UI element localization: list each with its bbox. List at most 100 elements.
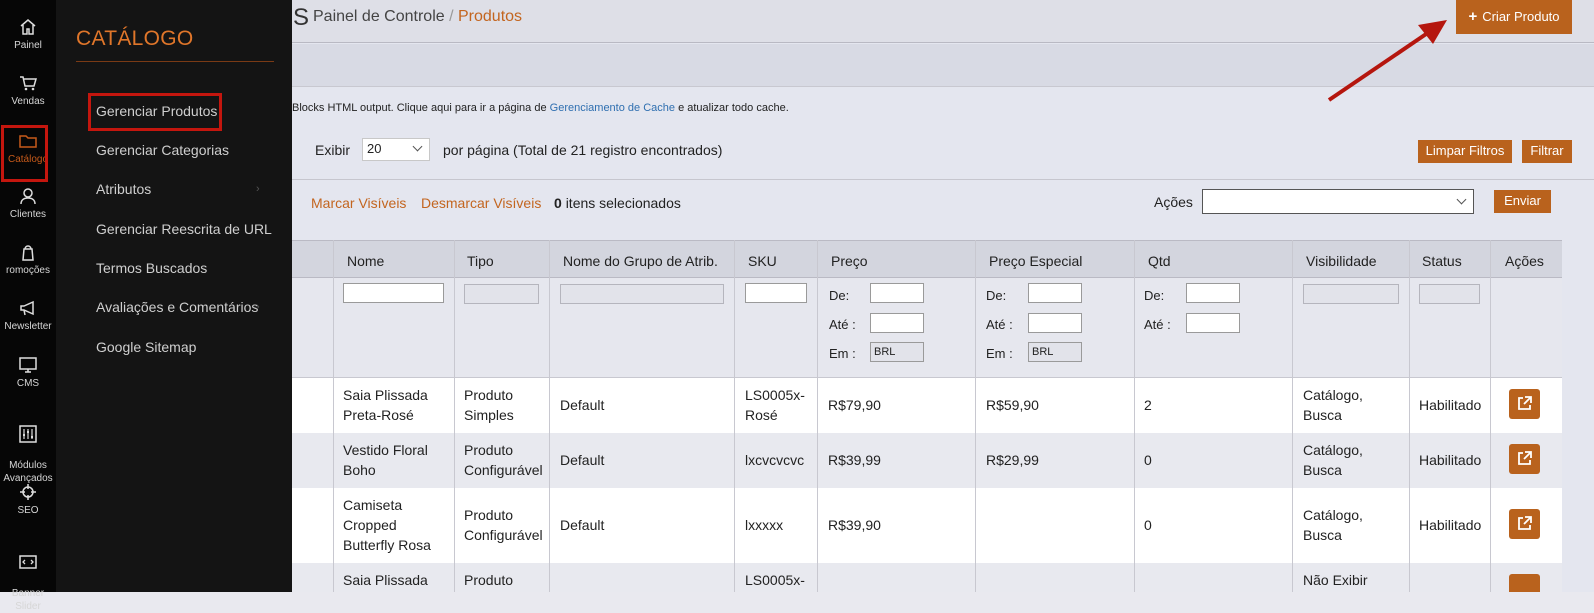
create-product-button[interactable]: + Criar Produto (1456, 0, 1572, 34)
col-status[interactable]: Status (1422, 253, 1462, 269)
table-row[interactable]: Vestido Floral Boho Produto Configurável… (292, 433, 1562, 488)
column-divider (1134, 240, 1135, 592)
menu-item-url-rewrite[interactable]: Gerenciar Reescrita de URL (96, 221, 272, 237)
table-header: Nome Tipo Nome do Grupo de Atrib. SKU Pr… (292, 240, 1562, 278)
type-filter-select[interactable] (464, 284, 539, 304)
row-name: Vestido Floral Boho (343, 442, 428, 478)
menu-item-attributes[interactable]: Atributos (96, 181, 151, 197)
rail-label: SEO (17, 505, 39, 516)
highlight-box (1, 125, 48, 182)
cache-notice-text: Blocks HTML output. Clique aqui para ir … (292, 102, 547, 114)
col-name[interactable]: Nome (347, 253, 384, 269)
table-row[interactable]: Saia Plissada Preta-Rosé Produto Simples… (292, 378, 1562, 433)
row-type: Produto Configurável (464, 442, 543, 478)
column-divider (1409, 240, 1410, 592)
qty-to-input[interactable] (1186, 313, 1240, 333)
price-from-label: De: (829, 288, 850, 303)
col-attr-set[interactable]: Nome do Grupo de Atrib. (563, 253, 718, 269)
col-qty[interactable]: Qtd (1148, 253, 1171, 269)
open-product-button[interactable] (1509, 574, 1540, 592)
col-type[interactable]: Tipo (467, 253, 494, 269)
col-price[interactable]: Preço (831, 253, 868, 269)
special-to-input[interactable] (1028, 313, 1082, 333)
status-filter-select[interactable] (1419, 284, 1480, 304)
rail-item-banner[interactable]: Banner Slider (0, 540, 56, 613)
table-row[interactable]: Saia Plissada Produto LS0005x- Não Exibi… (292, 563, 1562, 592)
name-filter-input[interactable] (343, 283, 444, 303)
rail-item-seo[interactable]: SEO (0, 483, 56, 517)
rail-item-painel[interactable]: Painel (0, 18, 56, 52)
per-page-value: 20 (367, 141, 382, 156)
menu-item-google-sitemap[interactable]: Google Sitemap (96, 339, 196, 355)
rail-item-cms[interactable]: CMS (0, 356, 56, 390)
attr-set-filter-select[interactable] (560, 284, 724, 304)
per-page-select[interactable]: 20 (362, 138, 430, 161)
divider (292, 179, 1594, 180)
row-sku: LS0005x- (745, 572, 805, 588)
qty-to-label: Até : (1144, 317, 1171, 332)
bag-icon (22, 245, 34, 261)
open-product-button[interactable] (1509, 389, 1540, 419)
breadcrumb-root[interactable]: Painel de Controle (313, 8, 445, 25)
row-special-price: R$59,90 (986, 397, 1039, 413)
row-visibility: Não Exibir (1303, 572, 1368, 588)
row-visibility: Catálogo, Busca (1303, 442, 1363, 478)
price-currency-select[interactable]: BRL (870, 342, 924, 362)
row-qty: 2 (1144, 397, 1152, 413)
external-link-icon (1518, 396, 1532, 410)
col-visibility[interactable]: Visibilidade (1306, 253, 1377, 269)
selected-count-number: 0 (554, 195, 562, 211)
row-price: R$39,90 (828, 517, 881, 533)
special-currency-select[interactable]: BRL (1028, 342, 1082, 362)
cache-management-link[interactable]: Gerenciamento de Cache (550, 102, 675, 114)
breadcrumb-current: Produtos (458, 8, 523, 25)
open-product-button[interactable] (1509, 509, 1540, 539)
filter-button[interactable]: Filtrar (1522, 140, 1572, 163)
cache-notice: Blocks HTML output. Clique aqui para ir … (292, 102, 789, 114)
price-from-input[interactable] (870, 283, 924, 303)
rail-item-vendas[interactable]: Vendas (0, 74, 56, 108)
user-icon (20, 188, 36, 205)
row-visibility: Catálogo, Busca (1303, 387, 1363, 423)
actions-label: Ações (1154, 194, 1193, 210)
megaphone-icon (20, 300, 34, 316)
table-row[interactable]: Camiseta Cropped Butterfly Rosa Produto … (292, 488, 1562, 563)
row-type: Produto Simples (464, 387, 514, 423)
rail-item-modulos[interactable]: Módulos Avançados (0, 412, 56, 485)
row-sku: LS0005x-Rosé (745, 387, 805, 423)
row-type: Produto Configurável (464, 507, 543, 543)
rail-item-newsletter[interactable]: Newsletter (0, 299, 56, 333)
open-product-button[interactable] (1509, 444, 1540, 474)
menu-item-reviews[interactable]: Avaliações e Comentários (96, 299, 258, 315)
target-icon (20, 484, 36, 500)
chevron-down-icon (412, 141, 423, 152)
clear-filters-button[interactable]: Limpar Filtros (1418, 140, 1512, 163)
chevron-right-icon: › (256, 301, 260, 313)
row-status: Habilitado (1419, 452, 1482, 468)
select-visible-link[interactable]: Marcar Visíveis (311, 195, 406, 211)
submit-button[interactable]: Enviar (1494, 190, 1551, 213)
mass-actions-select[interactable] (1202, 189, 1474, 214)
col-sku[interactable]: SKU (748, 253, 777, 269)
row-price: R$39,99 (828, 452, 881, 468)
flyout-divider (76, 61, 274, 62)
row-sku: lxcvcvcvc (745, 452, 805, 468)
qty-from-input[interactable] (1186, 283, 1240, 303)
price-to-input[interactable] (870, 313, 924, 333)
rail-item-clientes[interactable]: Clientes (0, 187, 56, 221)
special-from-input[interactable] (1028, 283, 1082, 303)
rail-label: Newsletter (4, 321, 52, 332)
column-divider (333, 240, 334, 592)
col-actions: Ações (1505, 253, 1544, 269)
col-special-price[interactable]: Preço Especial (989, 253, 1082, 269)
unselect-visible-link[interactable]: Desmarcar Visíveis (421, 195, 541, 211)
rail-item-promocoes[interactable]: romoções (0, 243, 56, 277)
menu-item-manage-categories[interactable]: Gerenciar Categorias (96, 142, 229, 158)
sku-filter-input[interactable] (745, 283, 807, 303)
rail-label: Clientes (9, 209, 47, 220)
rail-label: Módulos Avançados (3, 460, 53, 484)
visibility-filter-select[interactable] (1303, 284, 1399, 304)
rail-label: Vendas (11, 96, 45, 107)
menu-item-search-terms[interactable]: Termos Buscados (96, 260, 207, 276)
create-product-label: Criar Produto (1482, 9, 1560, 24)
